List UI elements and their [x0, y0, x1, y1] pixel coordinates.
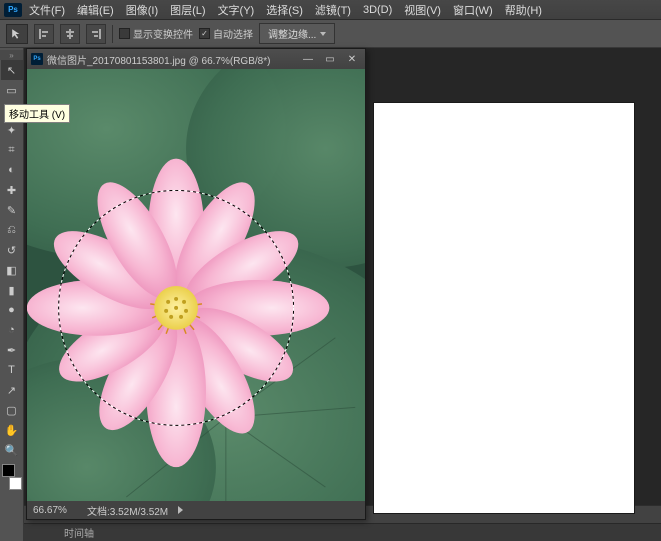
toolbox-collapse-icon[interactable]: [0, 50, 23, 60]
menu-help[interactable]: 帮助(H): [500, 0, 547, 20]
marquee-tool[interactable]: ▭: [1, 80, 23, 100]
minimize-button[interactable]: —: [299, 52, 317, 66]
align-left-button[interactable]: [34, 24, 54, 44]
gradient-tool[interactable]: ▮: [1, 280, 23, 300]
menu-edit[interactable]: 编辑(E): [72, 0, 119, 20]
path-select-tool-icon: ↗: [7, 384, 16, 397]
options-bar: 显示变换控件 ✓ 自动选择 调整边缘...: [0, 20, 661, 48]
hand-tool[interactable]: ✋: [1, 420, 23, 440]
app-logo-icon: Ps: [4, 3, 22, 17]
close-button[interactable]: ✕: [343, 52, 361, 66]
align-left-icon: [39, 29, 49, 39]
marquee-tool-icon: ▭: [6, 84, 16, 97]
move-cursor-icon: [11, 28, 23, 40]
minimize-icon: —: [303, 54, 313, 65]
refine-edge-label: 调整边缘...: [268, 26, 316, 41]
menu-view[interactable]: 视图(V): [399, 0, 446, 20]
menu-layer[interactable]: 图层(L): [165, 0, 210, 20]
lotus-image: [27, 69, 365, 501]
maximize-icon: ▭: [325, 54, 334, 65]
history-brush-tool[interactable]: ↺: [1, 240, 23, 260]
zoom-tool[interactable]: 🔍: [1, 440, 23, 460]
zoom-level[interactable]: 66.67%: [33, 505, 77, 516]
zoom-tool-icon: 🔍: [5, 444, 19, 457]
checkbox-icon: [119, 28, 130, 39]
eraser-tool[interactable]: ◧: [1, 260, 23, 280]
menu-type[interactable]: 文字(Y): [213, 0, 260, 20]
timeline-label: 时间轴: [64, 525, 94, 540]
eyedropper-tool[interactable]: ◐: [1, 160, 23, 180]
refine-edge-button[interactable]: 调整边缘...: [259, 23, 335, 44]
align-right-icon: [91, 29, 101, 39]
eraser-tool-icon: ◧: [6, 264, 16, 277]
workspace: Ps 微信图片_20170801153801.jpg @ 66.7%(RGB/8…: [24, 48, 661, 541]
menu-select[interactable]: 选择(S): [261, 0, 308, 20]
document-status-bar: 66.67% 文档:3.52M/3.52M: [27, 501, 365, 519]
clone-stamp-tool-icon: ⎌: [7, 224, 16, 237]
crop-tool[interactable]: ⌗: [1, 140, 23, 160]
document-titlebar[interactable]: Ps 微信图片_20170801153801.jpg @ 66.7%(RGB/8…: [27, 49, 365, 69]
documents-area: Ps 微信图片_20170801153801.jpg @ 66.7%(RGB/8…: [24, 48, 661, 505]
ps-doc-icon: Ps: [31, 53, 43, 65]
gradient-tool-icon: ▮: [8, 284, 14, 297]
brush-tool-icon: ✎: [7, 204, 16, 217]
history-brush-tool-icon: ↺: [7, 244, 16, 257]
dodge-tool[interactable]: ◔: [1, 320, 23, 340]
tool-tooltip: 移动工具 (V): [4, 104, 70, 123]
menubar: Ps 文件(F) 编辑(E) 图像(I) 图层(L) 文字(Y) 选择(S) 滤…: [0, 0, 661, 20]
main-area: ↖▭◯✦⌗◐✚✎⎌↺◧▮●◔✒T↗▢✋🔍 移动工具 (V) Ps 微信图片_20…: [0, 48, 661, 541]
quick-select-tool[interactable]: ✦: [1, 120, 23, 140]
healing-brush-tool[interactable]: ✚: [1, 180, 23, 200]
document-canvas[interactable]: [27, 69, 365, 501]
photoshop-app: Ps 文件(F) 编辑(E) 图像(I) 图层(L) 文字(Y) 选择(S) 滤…: [0, 0, 661, 541]
type-tool[interactable]: T: [1, 360, 23, 380]
blur-tool-icon: ●: [8, 304, 15, 316]
tool-preset-picker[interactable]: [6, 24, 28, 44]
menu-filter[interactable]: 滤镜(T): [310, 0, 356, 20]
move-tool-icon: ↖: [7, 64, 16, 77]
dodge-tool-icon: ◔: [8, 324, 15, 336]
align-center-button[interactable]: [60, 24, 80, 44]
menu-image[interactable]: 图像(I): [121, 0, 163, 20]
show-transform-checkbox[interactable]: 显示变换控件: [119, 26, 193, 41]
toolbox: ↖▭◯✦⌗◐✚✎⎌↺◧▮●◔✒T↗▢✋🔍 移动工具 (V): [0, 48, 24, 541]
menu-window[interactable]: 窗口(W): [448, 0, 498, 20]
path-select-tool[interactable]: ↗: [1, 380, 23, 400]
maximize-button[interactable]: ▭: [321, 52, 339, 66]
clone-stamp-tool[interactable]: ⎌: [1, 220, 23, 240]
align-center-icon: [65, 29, 75, 39]
crop-tool-icon: ⌗: [8, 144, 14, 157]
separator: [112, 25, 113, 43]
menu-file[interactable]: 文件(F): [24, 0, 70, 20]
menu-3d[interactable]: 3D(D): [358, 2, 397, 18]
type-tool-icon: T: [8, 364, 15, 376]
document-title: 微信图片_20170801153801.jpg @ 66.7%(RGB/8*): [47, 52, 270, 67]
auto-select-checkbox[interactable]: ✓ 自动选择: [199, 26, 253, 41]
quick-select-tool-icon: ✦: [7, 124, 16, 137]
filesize-label: 文档:3.52M/3.52M: [87, 503, 168, 518]
timeline-panel[interactable]: 时间轴: [24, 523, 661, 541]
brush-tool[interactable]: ✎: [1, 200, 23, 220]
checkbox-checked-icon: ✓: [199, 28, 210, 39]
document-blank-canvas[interactable]: [374, 103, 634, 513]
pen-tool[interactable]: ✒: [1, 340, 23, 360]
close-icon: ✕: [348, 54, 356, 65]
eyedropper-tool-icon: ◐: [8, 164, 15, 176]
healing-brush-tool-icon: ✚: [7, 184, 16, 197]
auto-select-label: 自动选择: [213, 26, 253, 41]
align-right-button[interactable]: [86, 24, 106, 44]
background-color-swatch[interactable]: [9, 477, 22, 490]
status-menu-icon[interactable]: [178, 506, 183, 514]
pen-tool-icon: ✒: [7, 344, 16, 357]
document-window-lotus: Ps 微信图片_20170801153801.jpg @ 66.7%(RGB/8…: [26, 48, 366, 520]
move-tool[interactable]: ↖: [1, 60, 23, 80]
shape-tool-icon: ▢: [6, 404, 16, 417]
hand-tool-icon: ✋: [5, 424, 19, 437]
color-swatches[interactable]: [2, 464, 22, 490]
foreground-color-swatch[interactable]: [2, 464, 15, 477]
blur-tool[interactable]: ●: [1, 300, 23, 320]
shape-tool[interactable]: ▢: [1, 400, 23, 420]
show-transform-label: 显示变换控件: [133, 26, 193, 41]
